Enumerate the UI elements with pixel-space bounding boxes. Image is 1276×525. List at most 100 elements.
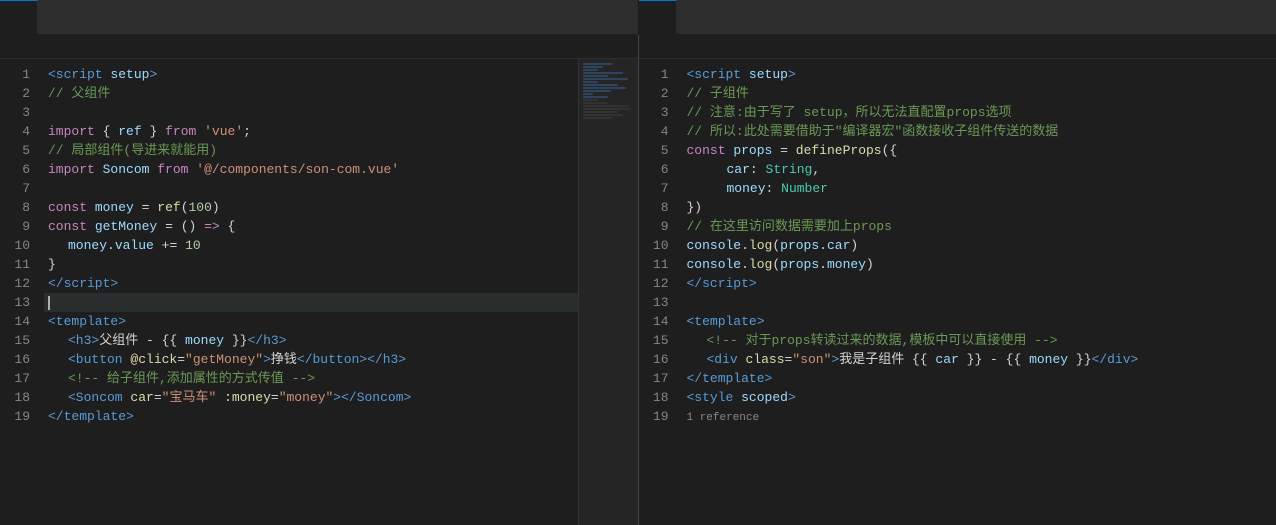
line-number: 12 bbox=[649, 274, 669, 293]
line-number: 5 bbox=[10, 141, 30, 160]
minimap-line bbox=[583, 78, 629, 80]
code-line: // 父组件 bbox=[44, 84, 578, 103]
line-number: 10 bbox=[10, 236, 30, 255]
minimap-line bbox=[583, 63, 614, 65]
minimap-line bbox=[583, 93, 593, 95]
line-number: 19 bbox=[649, 407, 669, 426]
line-number: 15 bbox=[649, 331, 669, 350]
right-tab-son-com-vue[interactable] bbox=[639, 0, 677, 34]
code-line: <Soncom car="宝马车" :money="money"></Sonco… bbox=[44, 388, 578, 407]
code-line bbox=[44, 103, 578, 122]
line-number: 8 bbox=[649, 198, 669, 217]
code-line: money: Number bbox=[683, 179, 1276, 198]
line-number: 7 bbox=[649, 179, 669, 198]
code-line: </template> bbox=[683, 369, 1276, 388]
line-number: 16 bbox=[10, 350, 30, 369]
minimap-line bbox=[583, 99, 598, 101]
minimap-line bbox=[583, 114, 624, 116]
code-line: const props = defineProps({ bbox=[683, 141, 1276, 160]
right-code-area[interactable]: 12345678910111213141516171819 <script se… bbox=[639, 59, 1276, 525]
line-number: 11 bbox=[10, 255, 30, 274]
minimap-line bbox=[583, 90, 611, 92]
right-line-numbers: 12345678910111213141516171819 bbox=[639, 59, 679, 525]
code-line: <script setup> bbox=[683, 65, 1276, 84]
line-number: 9 bbox=[649, 217, 669, 236]
left-editor: 12345678910111213141516171819 <script se… bbox=[0, 59, 639, 525]
left-code-content[interactable]: <script setup>// 父组件 import { ref } from … bbox=[40, 59, 578, 525]
code-line: import { ref } from 'vue'; bbox=[44, 122, 578, 141]
code-line: money.value += 10 bbox=[44, 236, 578, 255]
left-tab-app-vue[interactable] bbox=[0, 0, 38, 34]
line-number: 1 bbox=[649, 65, 669, 84]
line-number: 15 bbox=[10, 331, 30, 350]
editors-container: 12345678910111213141516171819 <script se… bbox=[0, 59, 1276, 525]
code-line: <div class="son">我是子组件 {{ car }} - {{ mo… bbox=[683, 350, 1276, 369]
line-number: 19 bbox=[10, 407, 30, 426]
left-code-area[interactable]: 12345678910111213141516171819 <script se… bbox=[0, 59, 638, 525]
code-line: // 子组件 bbox=[683, 84, 1276, 103]
right-tab-bar bbox=[638, 0, 1276, 34]
line-number: 2 bbox=[10, 84, 30, 103]
line-number: 1 bbox=[10, 65, 30, 84]
line-number: 17 bbox=[649, 369, 669, 388]
code-line: <!-- 给子组件,添加属性的方式传值 --> bbox=[44, 369, 578, 388]
minimap-line bbox=[583, 108, 631, 110]
line-number: 14 bbox=[649, 312, 669, 331]
code-line: // 注意:由于写了 setup，所以无法直配置props选项 bbox=[683, 103, 1276, 122]
code-line: <h3>父组件 - {{ money }}</h3> bbox=[44, 331, 578, 350]
left-line-numbers: 12345678910111213141516171819 bbox=[0, 59, 40, 525]
minimap-line bbox=[583, 102, 609, 104]
line-number: 17 bbox=[10, 369, 30, 388]
line-number: 2 bbox=[649, 84, 669, 103]
code-line: </script> bbox=[683, 274, 1276, 293]
minimap-line bbox=[583, 66, 603, 68]
line-number: 6 bbox=[649, 160, 669, 179]
code-line: } bbox=[44, 255, 578, 274]
code-line: <script setup> bbox=[44, 65, 578, 84]
left-minimap-content bbox=[579, 59, 638, 525]
line-number: 18 bbox=[649, 388, 669, 407]
left-breadcrumb bbox=[0, 35, 639, 59]
minimap-line bbox=[583, 117, 614, 119]
line-number: 11 bbox=[649, 255, 669, 274]
code-line: }) bbox=[683, 198, 1276, 217]
line-number: 9 bbox=[10, 217, 30, 236]
line-number: 7 bbox=[10, 179, 30, 198]
line-number: 16 bbox=[649, 350, 669, 369]
minimap-line bbox=[583, 105, 629, 107]
code-line: </script> bbox=[44, 274, 578, 293]
line-number: 6 bbox=[10, 160, 30, 179]
line-number: 12 bbox=[10, 274, 30, 293]
code-line: const money = ref(100) bbox=[44, 198, 578, 217]
minimap-line bbox=[583, 81, 598, 83]
code-line: // 在这里访问数据需要加上props bbox=[683, 217, 1276, 236]
code-line: <template> bbox=[683, 312, 1276, 331]
cursor-blink bbox=[48, 296, 50, 310]
code-line bbox=[44, 293, 578, 312]
minimap-line bbox=[583, 84, 619, 86]
code-line bbox=[44, 179, 578, 198]
line-number: 4 bbox=[649, 122, 669, 141]
line-number: 8 bbox=[10, 198, 30, 217]
code-line: import Soncom from '@/components/son-com… bbox=[44, 160, 578, 179]
minimap-line bbox=[583, 87, 626, 89]
minimap-line bbox=[583, 75, 609, 77]
minimap-line bbox=[583, 72, 624, 74]
line-number: 5 bbox=[649, 141, 669, 160]
code-line: <style scoped> bbox=[683, 388, 1276, 407]
code-line: const getMoney = () => { bbox=[44, 217, 578, 236]
left-minimap bbox=[578, 59, 638, 525]
line-number: 13 bbox=[649, 293, 669, 312]
left-tab-bar bbox=[0, 0, 638, 34]
line-number: 3 bbox=[649, 103, 669, 122]
line-number: 13 bbox=[10, 293, 30, 312]
code-line: </template> bbox=[44, 407, 578, 426]
code-line: <!-- 对于props转读过来的数据,模板中可以直接使用 --> bbox=[683, 331, 1276, 350]
minimap-line bbox=[583, 69, 598, 71]
minimap-line bbox=[583, 96, 609, 98]
tab-bar bbox=[0, 0, 1276, 35]
right-editor: 12345678910111213141516171819 <script se… bbox=[639, 59, 1276, 525]
code-line: 1 reference bbox=[683, 407, 1276, 428]
code-line: car: String, bbox=[683, 160, 1276, 179]
right-code-content[interactable]: <script setup>// 子组件// 注意:由于写了 setup，所以无… bbox=[679, 59, 1276, 525]
